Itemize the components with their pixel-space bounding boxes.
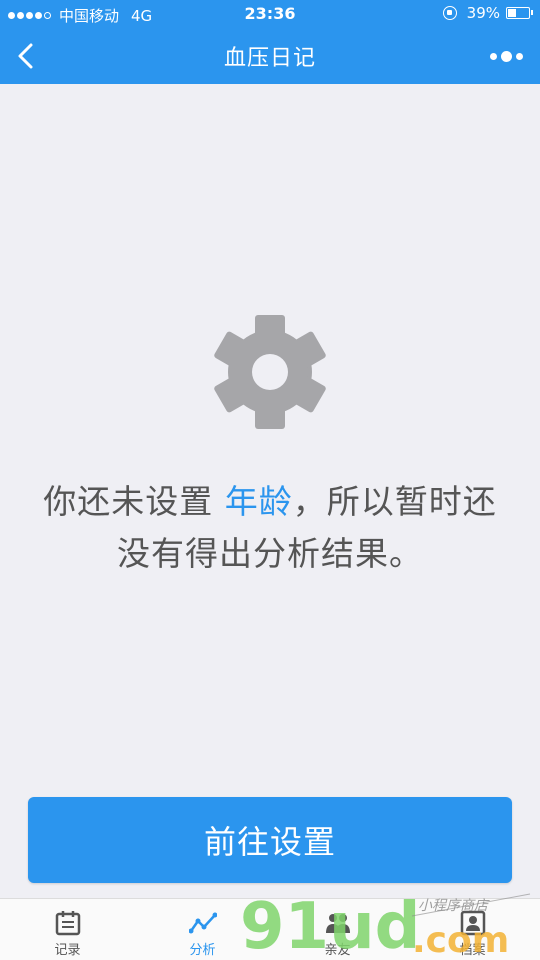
tab-profile[interactable]: 档案 — [405, 899, 540, 960]
more-button[interactable] — [486, 42, 526, 70]
empty-message: 你还未设置 年龄，所以暂时还没有得出分析结果。 — [30, 476, 510, 580]
more-dot-icon — [515, 52, 523, 60]
tab-analysis[interactable]: 分析 — [135, 899, 270, 960]
profile-icon — [460, 910, 485, 936]
empty-state: 你还未设置 年龄，所以暂时还没有得出分析结果。 — [0, 84, 540, 784]
nav-bar: 血压日记 — [0, 28, 540, 84]
age-highlight: 年龄 — [224, 482, 293, 521]
status-bar: 中国移动 4G 23:36 39% — [0, 0, 540, 28]
tab-label: 记录 — [54, 943, 81, 958]
people-icon — [325, 914, 350, 933]
message-text: 你还未设置 — [43, 482, 225, 521]
go-to-settings-button[interactable]: 前往设置 — [28, 797, 512, 883]
tab-label: 亲友 — [324, 943, 351, 958]
page-title: 血压日记 — [223, 46, 316, 71]
tab-label: 档案 — [459, 943, 486, 958]
rotation-lock-icon — [442, 6, 457, 20]
header: 中国移动 4G 23:36 39% 血压日记 — [0, 0, 540, 84]
battery-icon — [506, 7, 533, 19]
more-dot-icon — [500, 50, 512, 62]
tab-label: 分析 — [189, 943, 216, 958]
gear-icon — [214, 315, 326, 429]
more-dot-icon — [489, 52, 497, 60]
status-right: 39% — [442, 4, 533, 22]
battery-percentage: 39% — [466, 4, 500, 22]
trend-line-icon — [188, 912, 217, 934]
tab-bar: 记录 分析 亲友 档案 — [0, 898, 540, 960]
calendar-icon — [55, 911, 80, 936]
tab-friends[interactable]: 亲友 — [270, 899, 405, 960]
tab-record[interactable]: 记录 — [0, 899, 135, 960]
